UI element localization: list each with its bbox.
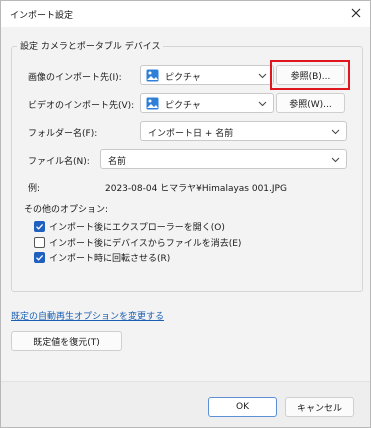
chevron-down-icon (258, 73, 267, 79)
pictures-icon (146, 69, 159, 82)
browse-images-button[interactable]: 参照(B)... (276, 65, 345, 85)
checkbox-checked[interactable] (34, 252, 45, 263)
delete-from-device-label: インポート後にデバイスからファイルを消去(E) (49, 239, 242, 249)
open-explorer-label: インポート後にエクスプローラーを開く(O) (49, 223, 225, 233)
close-icon (351, 8, 361, 18)
browse-videos-button[interactable]: 参照(W)... (276, 93, 345, 113)
example-label: 例: (28, 184, 41, 194)
settings-group-label: 設定 カメラとポータブル デバイス (17, 39, 164, 52)
checkbox-unchecked[interactable] (34, 237, 45, 248)
import-settings-dialog: インポート設定 設定 カメラとポータブル デバイス 画像のインポート先(I): … (0, 0, 371, 428)
dialog-footer: OK キャンセル (1, 381, 370, 427)
images-destination-label: 画像のインポート先(I): (28, 73, 122, 83)
ok-button[interactable]: OK (208, 397, 277, 417)
checkmark-icon (36, 223, 44, 230)
close-button[interactable] (346, 4, 366, 22)
images-destination-select[interactable]: ピクチャ (140, 65, 274, 85)
videos-destination-select[interactable]: ピクチャ (140, 93, 274, 113)
folder-name-label: フォルダー名(F): (28, 129, 98, 139)
folder-name-select[interactable]: インポート日 + 名前 (140, 121, 347, 141)
example-value: 2023-08-04 ヒマラヤ¥Himalayas 001.JPG (105, 184, 287, 194)
other-options-label: その他のオプション: (24, 205, 109, 215)
videos-destination-label: ビデオのインポート先(V): (28, 101, 135, 111)
images-destination-value: ピクチャ (165, 73, 201, 83)
rotate-on-import-label: インポート時に回転させる(R) (49, 254, 171, 264)
chevron-down-icon (331, 157, 340, 163)
window-title: インポート設定 (10, 11, 74, 21)
restore-defaults-button[interactable]: 既定値を復元(T) (11, 331, 122, 351)
file-name-label: ファイル名(N): (28, 157, 90, 167)
chevron-down-icon (331, 129, 340, 135)
file-name-select[interactable]: 名前 (100, 149, 347, 169)
autoplay-options-link[interactable]: 既定の自動再生オプションを変更する (11, 309, 164, 322)
checkbox-checked[interactable] (34, 221, 45, 232)
videos-destination-value: ピクチャ (165, 101, 201, 111)
title-bar: インポート設定 (1, 1, 370, 27)
delete-from-device-option[interactable]: インポート後にデバイスからファイルを消去(E) (34, 236, 241, 249)
cancel-button[interactable]: キャンセル (285, 397, 354, 417)
open-explorer-option[interactable]: インポート後にエクスプローラーを開く(O) (34, 220, 225, 233)
chevron-down-icon (258, 101, 267, 107)
checkmark-icon (36, 254, 44, 261)
rotate-on-import-option[interactable]: インポート時に回転させる(R) (34, 251, 170, 264)
folder-name-value: インポート日 + 名前 (148, 129, 234, 139)
pictures-icon (146, 97, 159, 110)
file-name-value: 名前 (108, 157, 127, 167)
